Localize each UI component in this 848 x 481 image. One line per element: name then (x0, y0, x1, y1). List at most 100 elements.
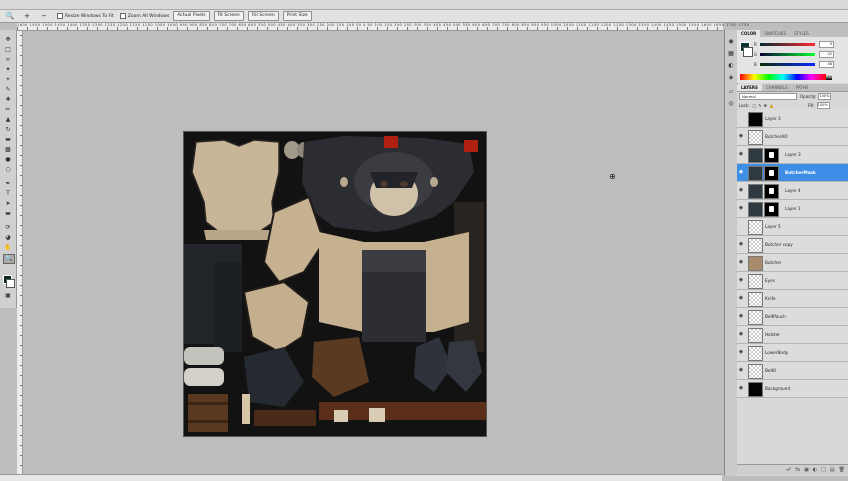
marquee-tool-icon[interactable]: □ (3, 46, 13, 54)
move-tool-icon[interactable]: ✥ (3, 36, 13, 44)
swatches-panel-icon[interactable]: ▦ (727, 50, 735, 58)
eye-icon[interactable]: ◉ (738, 151, 744, 157)
eye-icon[interactable]: ◉ (738, 349, 744, 355)
print-size-button[interactable]: Print Size (282, 11, 312, 21)
layer-row[interactable]: ◉ Butcher copy (737, 236, 848, 254)
layer-thumbnail[interactable] (748, 382, 763, 397)
crop-tool-icon[interactable]: ⌖ (3, 76, 13, 84)
lock-pixels-icon[interactable]: ✎ (758, 103, 761, 108)
layer-mask-thumbnail[interactable] (764, 184, 779, 199)
layer-mask-thumbnail[interactable] (764, 202, 779, 217)
type-tool-icon[interactable]: T (3, 190, 13, 198)
background-color-swatch[interactable] (6, 279, 15, 288)
quick-mask-icon[interactable]: ▣ (3, 292, 13, 300)
layer-row[interactable]: ◉ Butcher (737, 254, 848, 272)
zoom-out-icon[interactable]: − (37, 11, 51, 21)
history-brush-tool-icon[interactable]: ↻ (3, 126, 13, 134)
layer-thumbnail[interactable] (748, 238, 763, 253)
pen-tool-icon[interactable]: ✒ (3, 180, 13, 188)
brush-tool-icon[interactable]: ✏ (3, 106, 13, 114)
lock-all-icon[interactable]: 🔒 (769, 103, 774, 108)
zoom-tool-icon[interactable]: 🔍 (3, 254, 15, 264)
slider-red-track[interactable] (760, 42, 815, 46)
eye-icon[interactable]: ◉ (738, 259, 744, 265)
lock-position-icon[interactable]: ✥ (764, 103, 767, 108)
new-layer-icon[interactable]: ▤ (830, 467, 835, 473)
eye-icon[interactable]: ◉ (738, 385, 744, 391)
layer-thumbnail[interactable] (748, 130, 763, 145)
slider-green-value[interactable]: 42 (819, 50, 834, 58)
layer-thumbnail[interactable] (748, 184, 763, 199)
layer-row[interactable]: ◉ Layer 1 (737, 200, 848, 218)
eye-icon[interactable]: ◉ (738, 313, 744, 319)
layer-thumbnail[interactable] (748, 256, 763, 271)
eye-icon[interactable]: ◉ (738, 295, 744, 301)
lock-transparency-icon[interactable]: ▢ (752, 103, 756, 108)
gradient-tool-icon[interactable]: ▩ (3, 146, 13, 154)
zoom-all-windows-checkbox[interactable]: Zoom All Windows (119, 13, 169, 19)
tab-swatches[interactable]: SWATCHES (760, 30, 790, 37)
slider-red-value[interactable]: 9 (819, 40, 834, 48)
eyedropper-tool-icon[interactable]: ✎ (3, 86, 13, 94)
layer-row[interactable]: ◉ LowerBody (737, 344, 848, 362)
layer-thumbnail[interactable] (748, 220, 763, 235)
layer-thumbnail[interactable] (748, 328, 763, 343)
fill-screen-button[interactable]: Fill Screen (247, 11, 279, 21)
layer-thumbnail[interactable] (748, 346, 763, 361)
path-selection-tool-icon[interactable]: ➤ (3, 200, 13, 208)
layer-row[interactable]: ◉ BeltPouch (737, 308, 848, 326)
color-spectrum[interactable] (740, 74, 826, 80)
clone-stamp-tool-icon[interactable]: ▲ (3, 116, 13, 124)
layers-panel-icon[interactable]: ▱ (727, 88, 735, 96)
eye-icon[interactable]: ◉ (738, 241, 744, 247)
add-mask-icon[interactable]: ▣ (804, 467, 809, 473)
eye-icon[interactable]: ◉ (738, 133, 744, 139)
magic-wand-tool-icon[interactable]: ✦ (3, 66, 13, 74)
color-background-swatch[interactable] (743, 47, 753, 57)
tab-styles[interactable]: STYLES (790, 30, 813, 37)
channels-panel-icon[interactable]: ◎ (727, 100, 735, 108)
tab-layers[interactable]: LAYERS (737, 84, 762, 91)
layer-thumbnail[interactable] (748, 166, 763, 181)
shape-tool-icon[interactable]: ▬ (3, 210, 13, 218)
slider-red[interactable]: R 9 (754, 40, 844, 48)
hand-tool-icon[interactable]: ✋ (3, 244, 13, 252)
healing-brush-tool-icon[interactable]: ✚ (3, 96, 13, 104)
layer-thumbnail[interactable] (748, 274, 763, 289)
fit-screen-button[interactable]: Fit Screen (213, 11, 244, 21)
actual-pixels-button[interactable]: Actual Pixels (173, 11, 210, 21)
eye-icon[interactable]: ◉ (738, 277, 744, 283)
eye-icon[interactable] (738, 223, 744, 229)
3d-orbit-tool-icon[interactable]: ◕ (3, 234, 13, 242)
layer-row[interactable]: Layer 3 (737, 110, 848, 128)
slider-blue-track[interactable] (760, 62, 815, 66)
layer-thumbnail[interactable] (748, 310, 763, 325)
fill-field[interactable]: 100% (816, 102, 830, 109)
eye-icon[interactable]: ◉ (738, 367, 744, 373)
layer-row[interactable]: ◉ Belt0 (737, 362, 848, 380)
resize-windows-checkbox[interactable]: Resize Windows To Fit (57, 13, 114, 19)
layer-row[interactable]: ◉ Holster (737, 326, 848, 344)
dodge-tool-icon[interactable]: ○ (3, 166, 13, 174)
layer-row[interactable]: ◉ Layer 3 (737, 146, 848, 164)
3d-rotate-tool-icon[interactable]: ⟳ (3, 224, 13, 232)
layer-row[interactable]: ◉ Background (737, 380, 848, 398)
layer-row[interactable]: ◉ ButcherMask (737, 164, 848, 182)
layer-thumbnail[interactable] (748, 202, 763, 217)
eraser-tool-icon[interactable]: ▬ (3, 136, 13, 144)
layer-mask-thumbnail[interactable] (764, 166, 779, 181)
layer-row[interactable]: Layer 5 (737, 218, 848, 236)
layer-row[interactable]: ◉ Layer 4 (737, 182, 848, 200)
eye-icon[interactable]: ◉ (738, 187, 744, 193)
layer-thumbnail[interactable] (748, 112, 763, 127)
color-panel-icon[interactable]: ◉ (727, 38, 735, 46)
layer-style-icon[interactable]: fx (795, 467, 800, 473)
slider-blue[interactable]: B 48 (754, 60, 844, 68)
color-spectrum-bw[interactable] (826, 74, 832, 80)
tab-channels[interactable]: CHANNELS (762, 84, 792, 91)
opacity-field[interactable]: 100% (818, 93, 832, 100)
tab-color[interactable]: COLOR (737, 30, 761, 37)
adjustments-panel-icon[interactable]: ◐ (727, 62, 735, 70)
adjustment-layer-icon[interactable]: ◐ (813, 467, 817, 473)
eye-icon[interactable]: ◉ (738, 205, 744, 211)
